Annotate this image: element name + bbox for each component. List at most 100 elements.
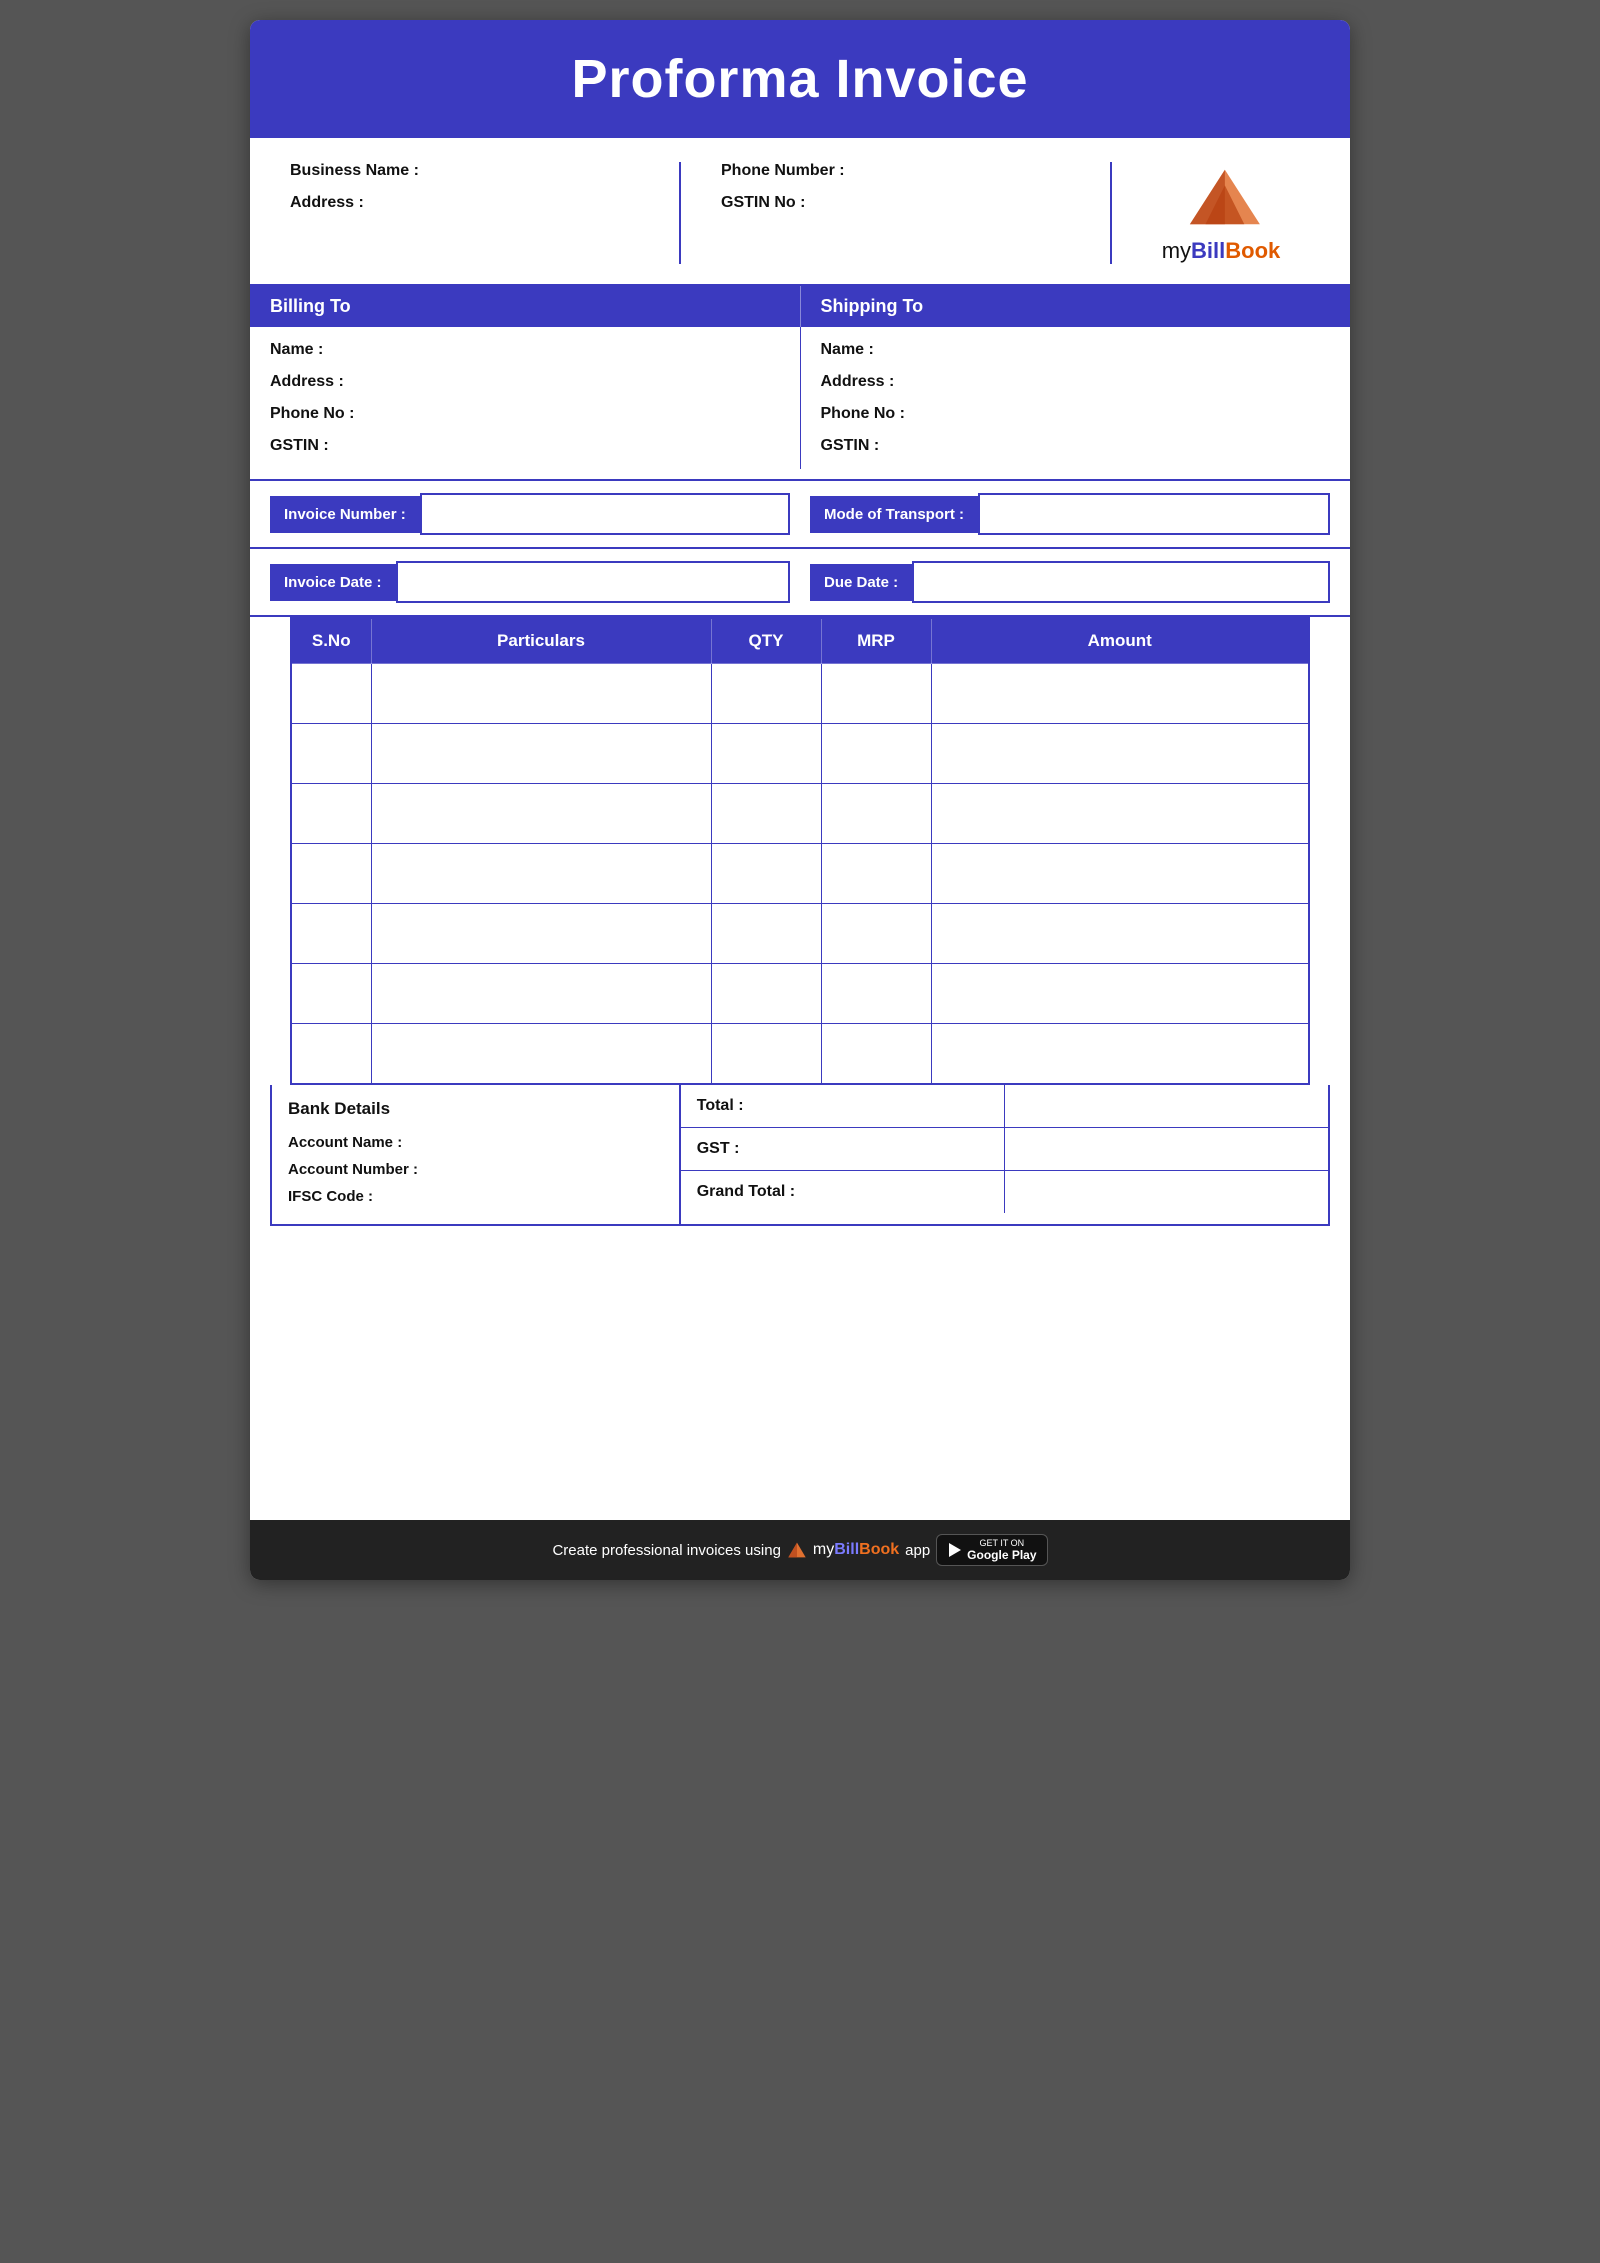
cell-qty [711, 1024, 821, 1084]
footer-arrow-icon [787, 1541, 807, 1559]
footer-text: Create professional invoices using myBil… [270, 1534, 1330, 1566]
cell-amount [931, 664, 1309, 724]
cell-sno [291, 844, 371, 904]
cell-amount [931, 1024, 1309, 1084]
transport-input[interactable] [978, 493, 1330, 535]
billing-col: Name : Address : Phone No : GSTIN : [250, 327, 800, 469]
col-particulars: Particulars [371, 618, 711, 664]
items-table: S.No Particulars QTY MRP Amount [290, 617, 1310, 1085]
cell-mrp [821, 724, 931, 784]
mybillbook-logo-text: myBillBook [1162, 238, 1281, 264]
account-number-label: Account Number : [288, 1156, 663, 1183]
table-row [291, 724, 1309, 784]
shipping-header: Shipping To [800, 286, 1351, 327]
col-qty: QTY [711, 618, 821, 664]
transport-field: Mode of Transport : [810, 493, 1330, 535]
cell-sno [291, 724, 371, 784]
cell-qty [711, 784, 821, 844]
due-date-label: Due Date : [810, 564, 912, 601]
business-address-label: Address : [290, 194, 679, 212]
ifsc-label: IFSC Code : [288, 1183, 663, 1210]
grand-total-label: Grand Total : [681, 1171, 1005, 1213]
google-play-icon [947, 1542, 963, 1558]
table-row [291, 784, 1309, 844]
cell-amount [931, 964, 1309, 1024]
cell-sno [291, 784, 371, 844]
table-wrapper: S.No Particulars QTY MRP Amount [250, 617, 1350, 1085]
header-banner: Proforma Invoice [250, 20, 1350, 138]
cell-amount [931, 784, 1309, 844]
invoice-number-field: Invoice Number : [270, 493, 790, 535]
cell-qty [711, 964, 821, 1024]
shipping-gstin-label: GSTIN : [821, 437, 1331, 455]
invoice-number-row: Invoice Number : Mode of Transport : [250, 481, 1350, 549]
invoice-date-label: Invoice Date : [270, 564, 396, 601]
table-row [291, 964, 1309, 1024]
play-store-text: GET IT ON Google Play [967, 1538, 1036, 1562]
cell-qty [711, 664, 821, 724]
cell-sno [291, 664, 371, 724]
footer-create-text: Create professional invoices using [552, 1542, 780, 1559]
billing-header: Billing To [250, 286, 800, 327]
account-name-label: Account Name : [288, 1129, 663, 1156]
invoice-date-row: Invoice Date : Due Date : [250, 549, 1350, 617]
table-row [291, 844, 1309, 904]
cell-mrp [821, 904, 931, 964]
table-header-row: S.No Particulars QTY MRP Amount [291, 618, 1309, 664]
col-sno: S.No [291, 618, 371, 664]
shipping-address-label: Address : [821, 373, 1331, 391]
cell-amount [931, 844, 1309, 904]
total-row: Total : [681, 1085, 1328, 1128]
cell-particulars [371, 844, 711, 904]
cell-mrp [821, 964, 931, 1024]
grand-total-value [1005, 1171, 1328, 1213]
grand-total-row: Grand Total : [681, 1171, 1328, 1213]
billing-shipping-body: Name : Address : Phone No : GSTIN : Name… [250, 327, 1350, 481]
shipping-name-label: Name : [821, 341, 1331, 359]
due-date-input[interactable] [912, 561, 1330, 603]
cell-sno [291, 904, 371, 964]
table-row [291, 664, 1309, 724]
totals-section: Total : GST : Grand Total : [681, 1085, 1328, 1224]
page-title: Proforma Invoice [270, 48, 1330, 110]
phone-label: Phone Number : [721, 162, 1110, 180]
billing-name-label: Name : [270, 341, 780, 359]
cell-mrp [821, 844, 931, 904]
footer-brand: myBillBook [813, 1541, 899, 1559]
business-left: Business Name : Address : [290, 162, 679, 264]
business-name-label: Business Name : [290, 162, 679, 180]
bank-details: Bank Details Account Name : Account Numb… [272, 1085, 681, 1224]
footer: Create professional invoices using myBil… [250, 1520, 1350, 1580]
due-date-field: Due Date : [810, 561, 1330, 603]
summary-section: Bank Details Account Name : Account Numb… [270, 1085, 1330, 1226]
invoice-number-input[interactable] [420, 493, 790, 535]
mybillbook-logo-icon [1181, 162, 1261, 232]
business-right: myBillBook [1110, 162, 1310, 264]
billing-shipping-header: Billing To Shipping To [250, 286, 1350, 327]
bank-title: Bank Details [288, 1099, 663, 1119]
google-play-badge[interactable]: GET IT ON Google Play [936, 1534, 1047, 1566]
business-section: Business Name : Address : Phone Number :… [250, 138, 1350, 286]
cell-qty [711, 904, 821, 964]
cell-qty [711, 724, 821, 784]
cell-mrp [821, 1024, 931, 1084]
total-label: Total : [681, 1085, 1005, 1127]
billing-address-label: Address : [270, 373, 780, 391]
cell-particulars [371, 904, 711, 964]
footer-app-text: app [905, 1542, 930, 1559]
cell-particulars [371, 664, 711, 724]
invoice-number-label: Invoice Number : [270, 496, 420, 533]
cell-amount [931, 904, 1309, 964]
transport-label: Mode of Transport : [810, 496, 978, 533]
gst-value [1005, 1128, 1328, 1170]
cell-qty [711, 844, 821, 904]
cell-particulars [371, 784, 711, 844]
gst-label: GST : [681, 1128, 1005, 1170]
cell-amount [931, 724, 1309, 784]
shipping-phone-label: Phone No : [821, 405, 1331, 423]
invoice-date-input[interactable] [396, 561, 790, 603]
cell-particulars [371, 724, 711, 784]
cell-particulars [371, 964, 711, 1024]
total-value [1005, 1085, 1328, 1127]
col-mrp: MRP [821, 618, 931, 664]
